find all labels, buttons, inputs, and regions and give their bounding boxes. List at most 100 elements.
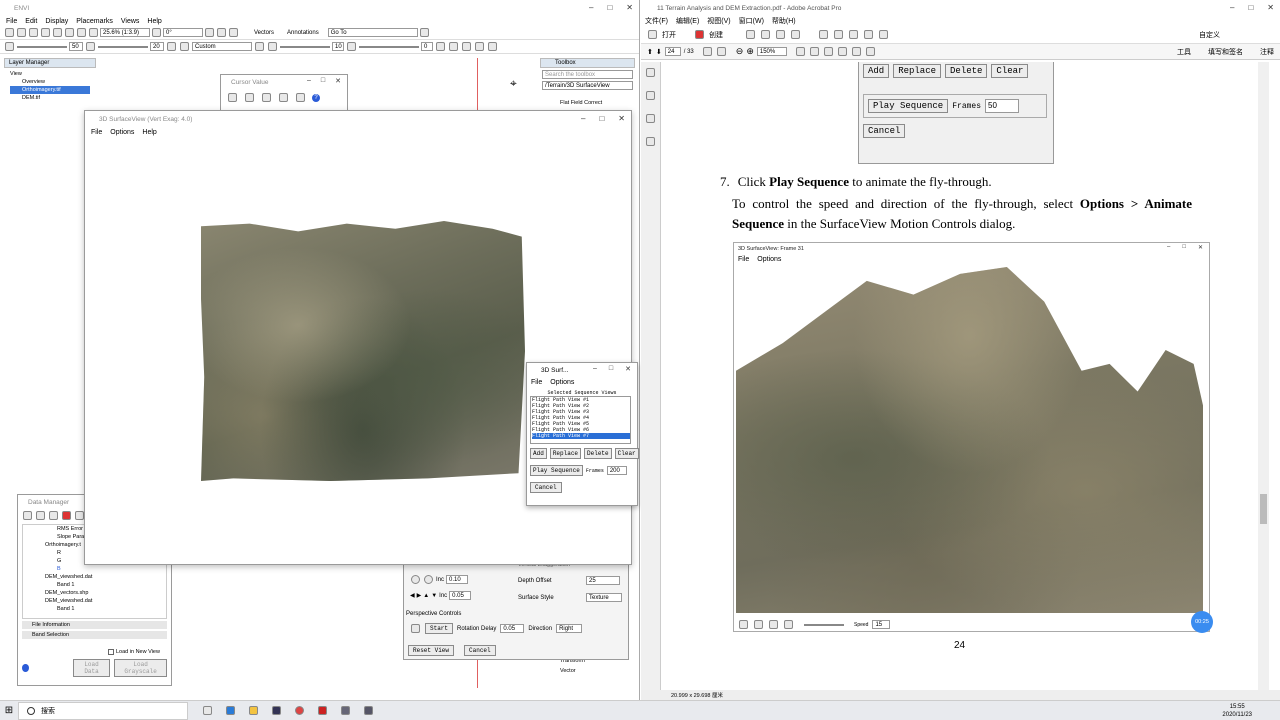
fit-icon[interactable] — [77, 28, 86, 37]
add-button[interactable]: Add — [530, 448, 547, 459]
flicker-icon[interactable] — [462, 42, 471, 51]
open-file-icon[interactable] — [23, 511, 32, 520]
zoom-in-icon[interactable] — [53, 28, 62, 37]
rotate-icon[interactable] — [152, 28, 161, 37]
maximize-icon[interactable]: □ — [321, 77, 325, 85]
comment-icon[interactable] — [834, 30, 843, 39]
sharpen-value[interactable]: 10 — [332, 42, 344, 51]
annotations-button[interactable]: Annotations — [287, 30, 319, 36]
layer-item-dem[interactable]: DEM.tif — [10, 94, 96, 102]
fullscreen-icon[interactable] — [837, 47, 847, 56]
delete-button[interactable]: Delete — [584, 448, 612, 459]
email-icon[interactable] — [791, 30, 800, 39]
menu-display[interactable]: Display — [41, 18, 72, 25]
inc1-field[interactable]: 0.10 — [446, 575, 469, 584]
minimize-icon[interactable]: – — [1230, 3, 1234, 12]
replace-button[interactable]: Replace — [549, 448, 582, 459]
menu-views[interactable]: Views — [117, 18, 144, 25]
clock[interactable]: 15:55 2020/11/23 — [1222, 703, 1252, 719]
taskbar-search[interactable]: 搜索 — [18, 701, 188, 720]
zoom-out-icon[interactable] — [424, 575, 433, 584]
sharpen-icon[interactable] — [268, 42, 277, 51]
settings-icon[interactable] — [819, 30, 828, 39]
page-number-field[interactable]: 24 — [664, 47, 681, 56]
table-icon[interactable] — [279, 93, 288, 102]
sign-icon[interactable] — [864, 30, 873, 39]
ac-menu-view[interactable]: 视图(V) — [703, 16, 734, 26]
rotation-combo[interactable]: 0° — [163, 28, 203, 37]
zoom-in-icon[interactable] — [411, 575, 420, 584]
contrast-icon[interactable] — [86, 42, 95, 51]
layer-item-ortho[interactable]: Orthoimagery.tif — [10, 86, 90, 94]
data-item[interactable]: Band 1 — [27, 581, 166, 589]
data-item[interactable]: DEM_vectors.shp — [27, 589, 166, 597]
transparency-icon[interactable] — [347, 42, 356, 51]
close-icon[interactable]: ✕ — [625, 365, 631, 373]
task-view-icon[interactable] — [203, 706, 212, 715]
explorer-icon[interactable] — [249, 706, 258, 715]
brightness-value[interactable]: 50 — [69, 42, 83, 51]
brightness-icon[interactable] — [5, 42, 14, 51]
seq-menu-file[interactable]: File — [527, 379, 546, 386]
swipe-icon[interactable] — [475, 42, 484, 51]
mail-app-icon[interactable] — [364, 706, 373, 715]
share-icon[interactable] — [879, 30, 888, 39]
print-icon[interactable] — [29, 28, 38, 37]
maximize-icon[interactable]: □ — [1248, 3, 1253, 12]
zoom-out-icon[interactable]: ⊖ — [736, 46, 744, 57]
load-grayscale-button[interactable]: Load Grayscale — [114, 659, 167, 677]
data-item[interactable]: DEM_viewshed.dat — [27, 597, 166, 605]
sign-tab[interactable]: 填写和签名 — [1208, 47, 1243, 57]
band-selection-section[interactable]: Band Selection — [22, 631, 167, 639]
stretch2-icon[interactable] — [180, 42, 189, 51]
data-item[interactable]: B — [27, 565, 166, 573]
copy-icon[interactable] — [228, 93, 237, 102]
help-icon[interactable]: ? — [312, 93, 320, 102]
minimize-icon[interactable]: – — [589, 3, 593, 12]
collapse-icon[interactable] — [36, 511, 45, 520]
zoom-field[interactable]: 150% — [756, 47, 787, 56]
acrobat-app-icon[interactable] — [318, 706, 327, 715]
doc-scroll-thumb[interactable] — [1260, 494, 1267, 524]
contrast-value[interactable]: 20 — [150, 42, 164, 51]
close-icon[interactable]: ✕ — [335, 77, 341, 85]
toolbox-folder-vector[interactable]: Vector — [560, 668, 576, 674]
data-item[interactable]: Band 1 — [27, 605, 166, 613]
layer-item-view[interactable]: View — [10, 70, 96, 78]
edge-icon[interactable] — [226, 706, 235, 715]
menu-edit[interactable]: Edit — [21, 18, 41, 25]
frames-field[interactable]: 200 — [606, 466, 627, 475]
layers-icon[interactable] — [646, 137, 655, 146]
print-icon[interactable] — [776, 30, 785, 39]
open-icon[interactable] — [5, 28, 14, 37]
histogram-icon[interactable] — [255, 42, 264, 51]
select-icon[interactable] — [89, 28, 98, 37]
seq-menu-options[interactable]: Options — [546, 379, 578, 386]
inc2-field[interactable]: 0.05 — [449, 591, 472, 600]
read-mode-icon[interactable] — [823, 47, 833, 56]
menu-file[interactable]: File — [2, 18, 21, 25]
ac-menu-file[interactable]: 文件(F) — [641, 16, 672, 26]
load-data-button[interactable]: Load Data — [72, 659, 111, 677]
ac-menu-edit[interactable]: 编辑(E) — [672, 16, 703, 26]
zoom-in-icon[interactable]: ⊕ — [746, 46, 754, 57]
doc-scrollbar[interactable] — [1258, 62, 1269, 690]
portal-icon[interactable] — [449, 42, 458, 51]
minimize-icon[interactable]: – — [593, 365, 597, 373]
rotate-icon[interactable] — [851, 47, 861, 56]
remove-all-icon[interactable] — [75, 511, 84, 520]
maximize-icon[interactable]: □ — [609, 365, 613, 373]
goto-icon[interactable] — [419, 28, 429, 37]
save-icon[interactable] — [746, 30, 755, 39]
transparency-slider[interactable] — [359, 45, 419, 48]
next-page-icon[interactable]: ⬇ — [656, 48, 662, 56]
open-button[interactable]: 打开 — [662, 30, 676, 40]
help-icon[interactable] — [22, 664, 29, 672]
data-item[interactable]: DEM_viewshed.dat — [27, 573, 166, 581]
right-arrow-icon[interactable]: ▶ — [417, 592, 422, 599]
pin-icon[interactable] — [245, 93, 254, 102]
transparency-value[interactable]: 0 — [421, 42, 433, 51]
ac-menu-help[interactable]: 帮助(H) — [768, 16, 800, 26]
start-button[interactable]: Start — [425, 623, 454, 634]
bookmarks-icon[interactable] — [646, 91, 655, 100]
